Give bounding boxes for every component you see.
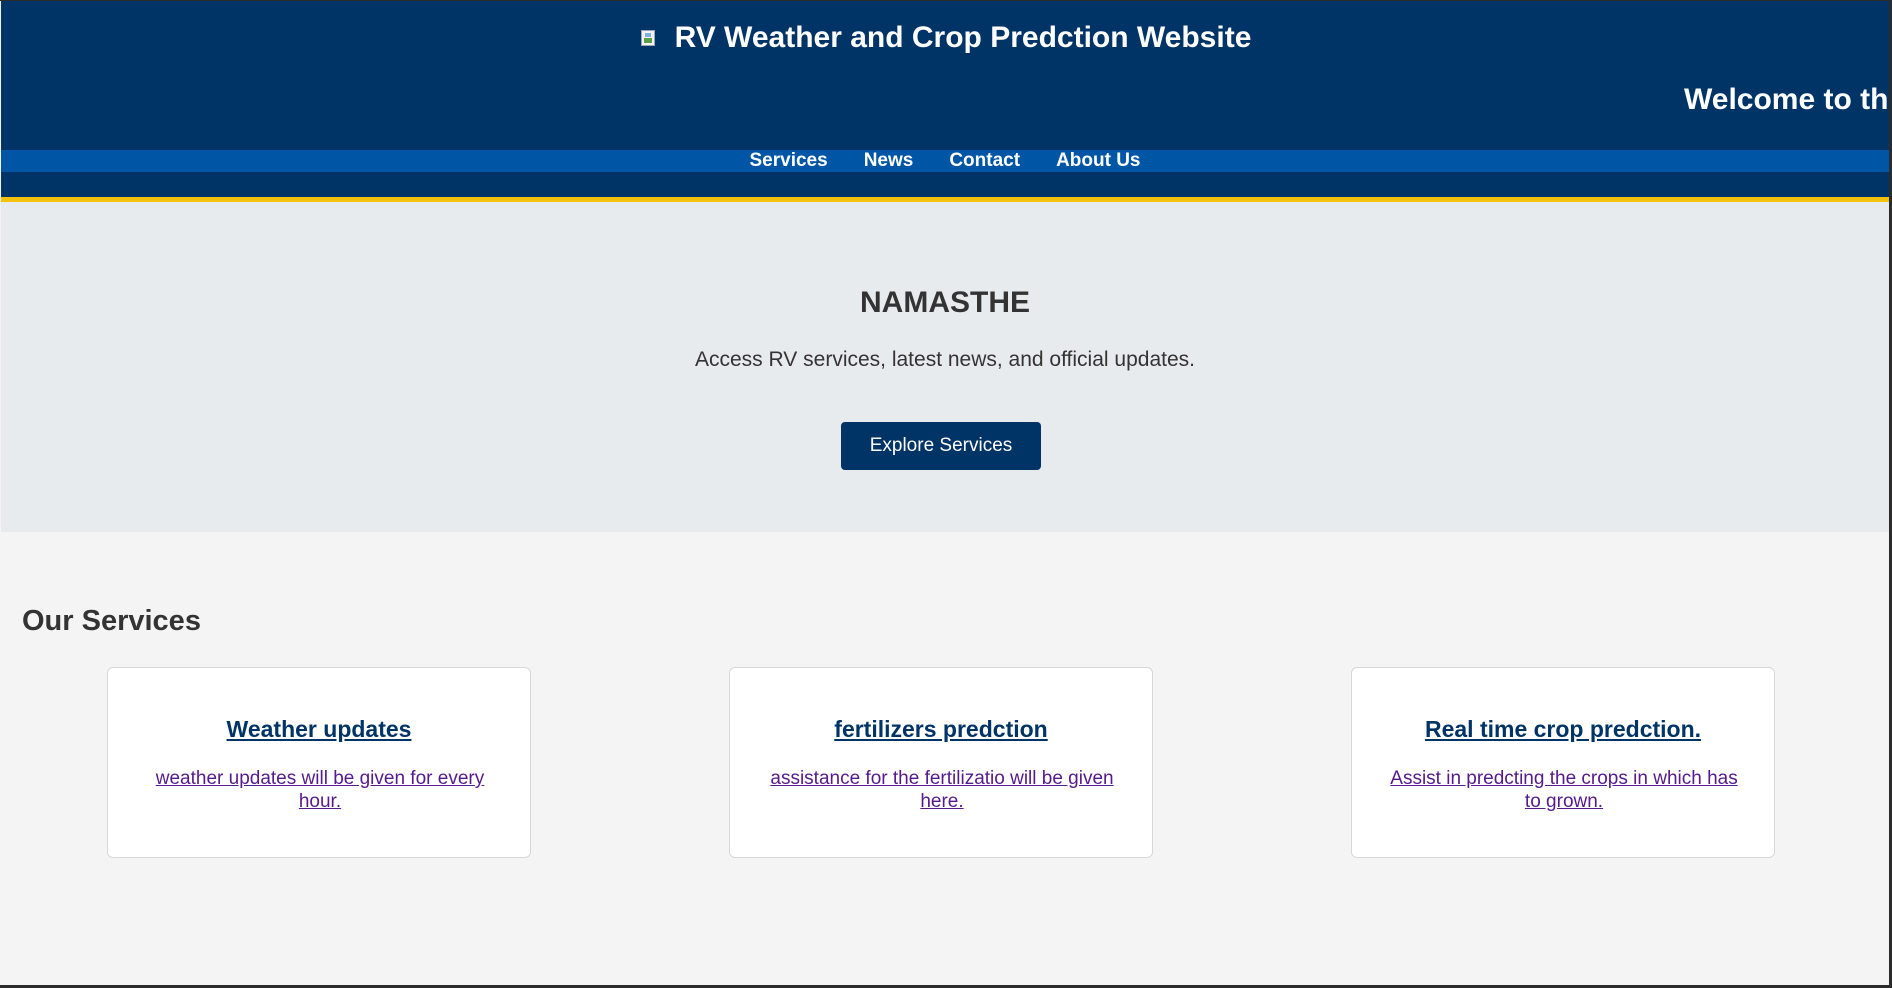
nav-link-news[interactable]: News bbox=[864, 150, 914, 172]
hero-subtitle: Access RV services, latest news, and off… bbox=[695, 348, 1195, 371]
hero-title: NAMASTHE bbox=[860, 286, 1030, 319]
site-header: RV Weather and Crop Predction Website We… bbox=[1, 1, 1889, 202]
service-card-title[interactable]: fertilizers predction bbox=[730, 716, 1152, 743]
viewport: RV Weather and Crop Predction Website We… bbox=[1, 1, 1889, 986]
main-nav: Services News Contact About Us bbox=[1, 150, 1889, 172]
header-brand: RV Weather and Crop Predction Website bbox=[1, 21, 1889, 55]
browser-page: RV Weather and Crop Predction Website We… bbox=[0, 0, 1892, 988]
window-edge-top bbox=[0, 0, 1892, 1]
service-card-crop-prediction[interactable]: Real time crop predction. Assist in pred… bbox=[1351, 667, 1775, 858]
explore-services-button[interactable]: Explore Services bbox=[841, 422, 1041, 470]
service-card-fertilizers[interactable]: fertilizers predction assistance for the… bbox=[729, 667, 1153, 858]
nav-link-contact[interactable]: Contact bbox=[949, 150, 1020, 172]
service-card-description[interactable]: Assist in predcting the crops in which h… bbox=[1382, 767, 1746, 813]
services-heading: Our Services bbox=[22, 605, 201, 637]
welcome-marquee: Welcome to th bbox=[1684, 83, 1889, 116]
nav-link-services[interactable]: Services bbox=[750, 150, 828, 172]
nav-link-about-us[interactable]: About Us bbox=[1056, 150, 1140, 172]
service-card-weather[interactable]: Weather updates weather updates will be … bbox=[107, 667, 531, 858]
site-title: RV Weather and Crop Predction Website bbox=[674, 21, 1252, 54]
service-card-title[interactable]: Real time crop predction. bbox=[1352, 716, 1774, 743]
hero-section: NAMASTHE Access RV services, latest news… bbox=[1, 202, 1889, 532]
service-card-title[interactable]: Weather updates bbox=[108, 716, 530, 743]
service-card-description[interactable]: assistance for the fertilizatio will be … bbox=[760, 767, 1124, 813]
broken-image-icon bbox=[639, 28, 659, 48]
service-card-description[interactable]: weather updates will be given for every … bbox=[138, 767, 502, 813]
